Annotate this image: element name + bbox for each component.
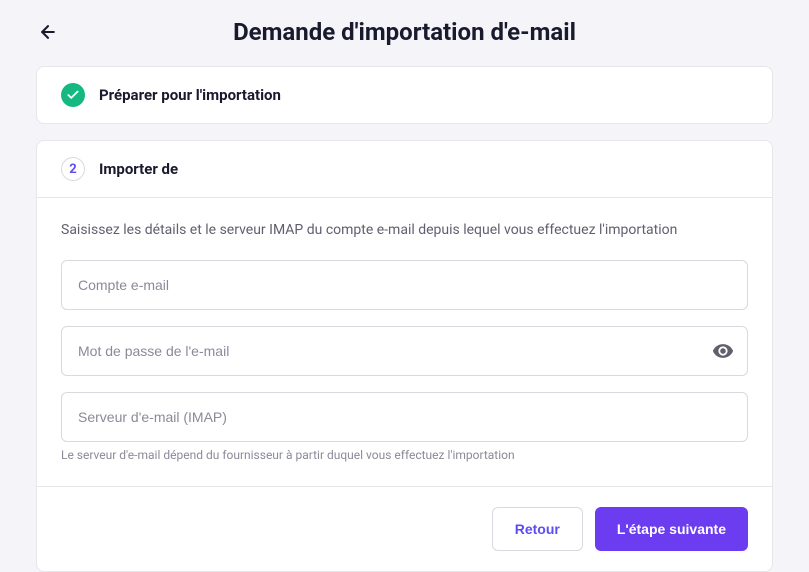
step2-number-badge: 2 [61, 157, 85, 181]
step2-instructions: Saisissez les détails et le serveur IMAP… [61, 222, 748, 238]
back-button[interactable] [36, 20, 60, 44]
toggle-password-visibility-button[interactable] [712, 340, 734, 362]
page-title: Demande d'importation d'e-mail [72, 18, 737, 46]
email-account-input[interactable] [61, 260, 748, 310]
eye-icon [712, 340, 734, 362]
arrow-left-icon [38, 22, 58, 42]
back-step-button[interactable]: Retour [492, 507, 583, 551]
step2-card: 2 Importer de Saisissez les détails et l… [36, 140, 773, 572]
step2-label: Importer de [99, 160, 178, 178]
step1-check-icon [61, 83, 85, 107]
next-step-button[interactable]: L'étape suivante [595, 507, 748, 551]
imap-server-helper: Le serveur d'e-mail dépend du fournisseu… [61, 448, 748, 462]
step1-label: Préparer pour l'importation [99, 86, 281, 104]
step1-card: Préparer pour l'importation [36, 66, 773, 124]
imap-server-input[interactable] [61, 392, 748, 442]
email-password-input[interactable] [61, 326, 748, 376]
